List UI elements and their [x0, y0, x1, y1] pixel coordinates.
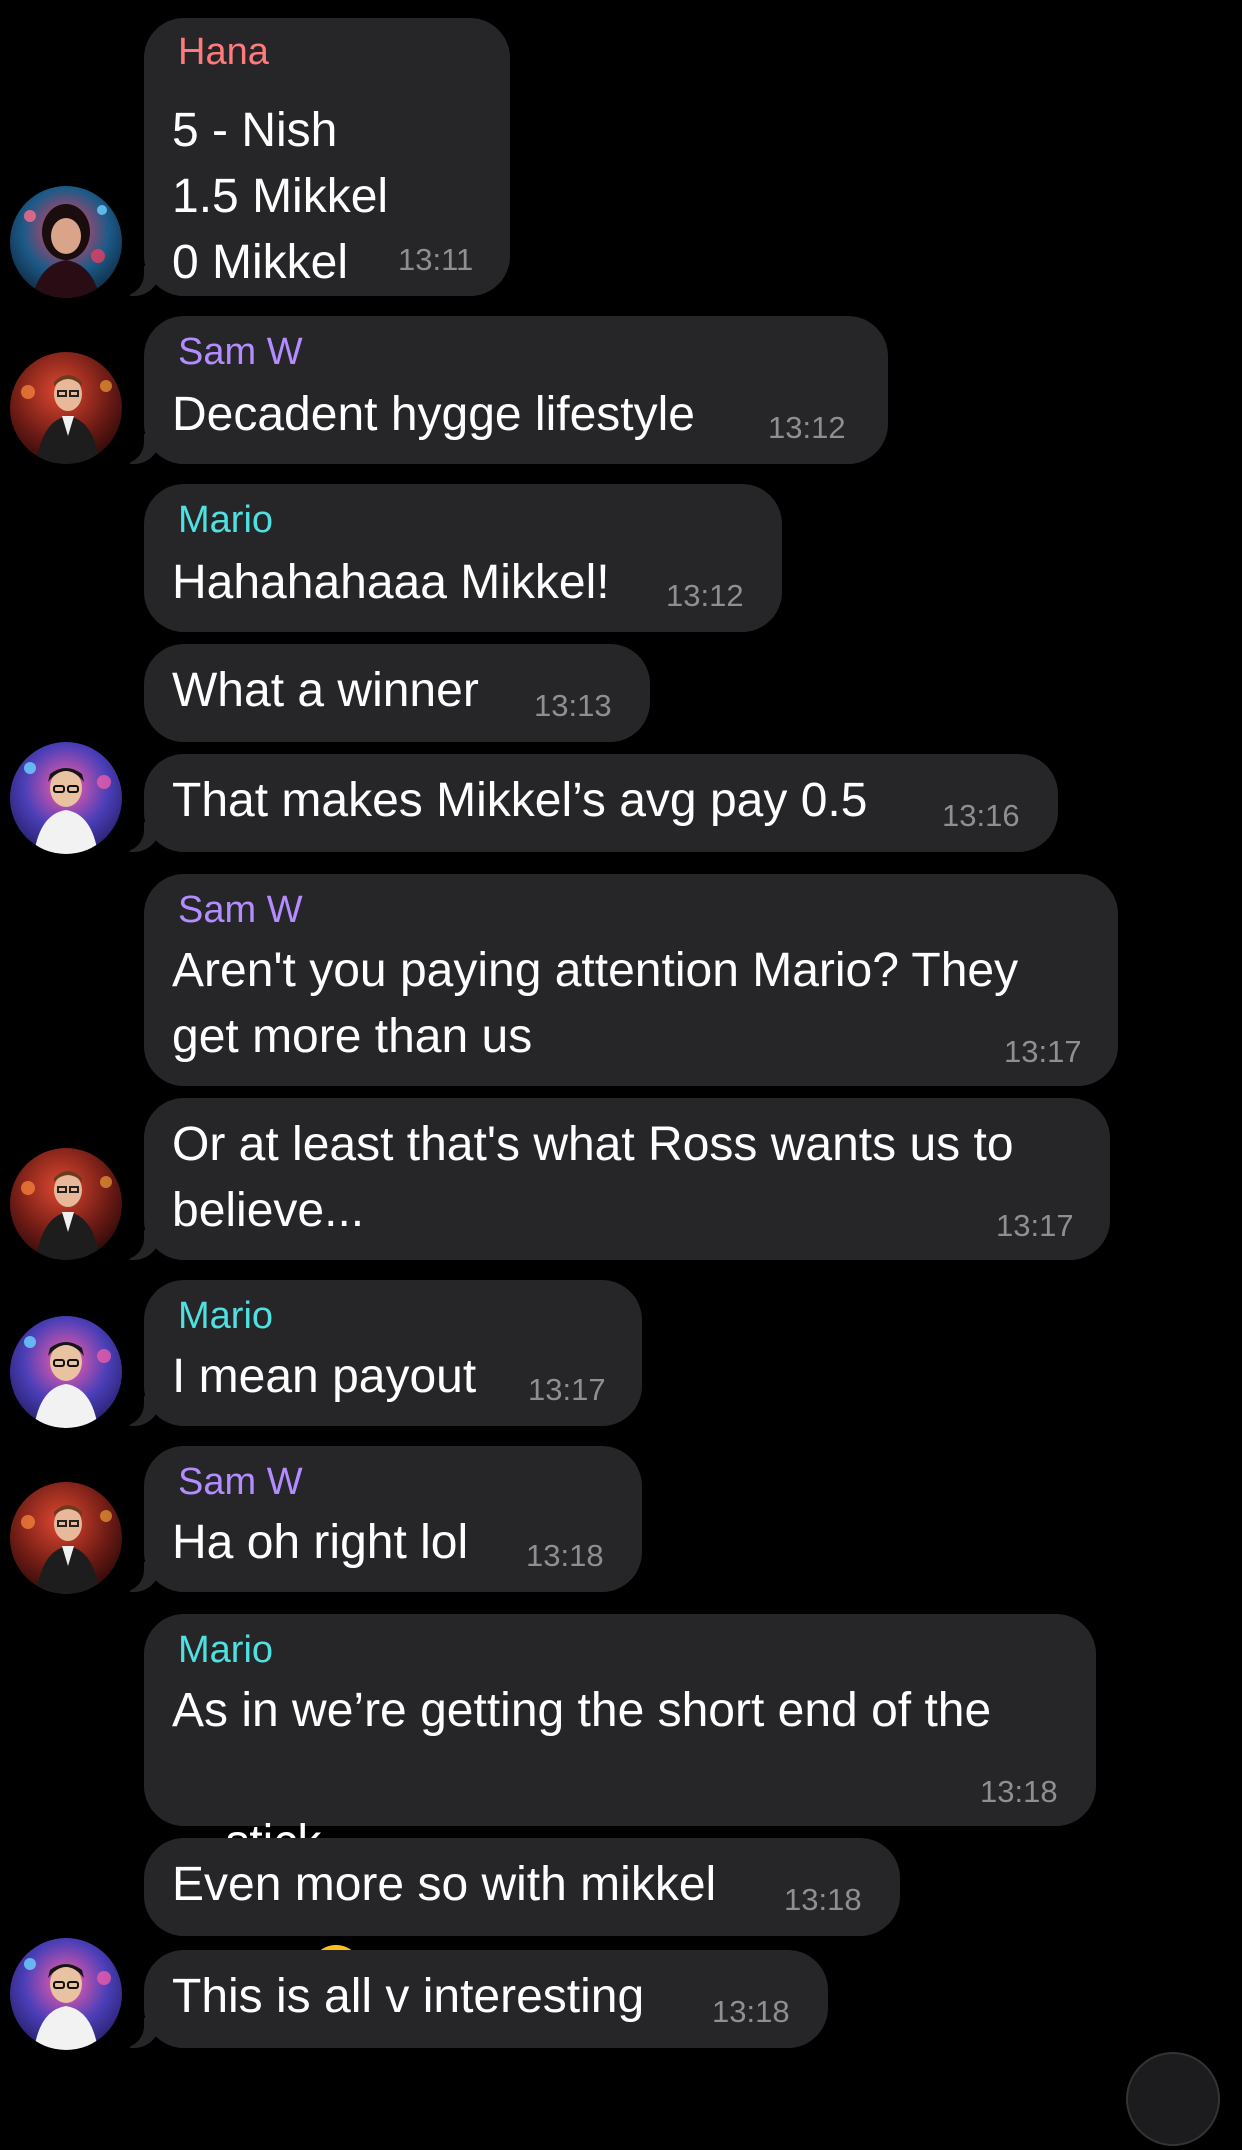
message-bubble[interactable]: Mario Hahahahaaa Mikkel! 13:12 [144, 484, 782, 632]
mario-avatar[interactable] [10, 1316, 122, 1428]
sam-avatar[interactable] [10, 352, 122, 464]
message-timestamp: 13:17 [528, 1372, 606, 1407]
message-bubble[interactable]: Mario As in we’re getting the short end … [144, 1614, 1096, 1997]
message-timestamp: 13:17 [996, 1208, 1074, 1243]
message-timestamp: 13:18 [784, 1882, 862, 1917]
message-text: get more than us [172, 1010, 533, 1063]
message-bubble[interactable]: Or at least that's what Ross wants us to… [110, 1098, 1110, 1260]
message-text: Even more so with mikkel [172, 1858, 717, 1911]
message-text: Ha oh right lol [172, 1516, 469, 1569]
message-text: That makes Mikkel’s avg pay 0.5 [172, 774, 868, 827]
message-text: Decadent hygge lifestyle [172, 388, 695, 441]
mario-avatar[interactable] [10, 1938, 122, 2050]
message-bubble[interactable]: Hana 5 - Nish 1.5 Mikkel 0 Mikkel 13:11 [110, 18, 510, 296]
message-text: This is all v interesting [172, 1970, 645, 2023]
message-bubble[interactable]: This is all v interesting 13:18 [110, 1950, 828, 2048]
message-text: believe... [172, 1184, 365, 1237]
message-timestamp: 13:12 [666, 578, 744, 613]
message-text: I mean payout [172, 1350, 477, 1403]
message-bubble[interactable]: What a winner 13:13 [144, 644, 650, 742]
message-text: 5 - Nish [172, 104, 338, 157]
message-timestamp: 13:16 [942, 798, 1020, 833]
message-timestamp: 13:17 [1004, 1034, 1082, 1069]
message-bubble[interactable]: Sam W Ha oh right lol 13:18 [110, 1446, 642, 1592]
sender-name-hana[interactable]: Hana [178, 30, 269, 74]
sender-name-sam[interactable]: Sam W [178, 1460, 303, 1504]
hana-avatar[interactable] [10, 186, 122, 298]
message-text: Aren't you paying attention Mario? They [172, 944, 1019, 997]
message-bubble[interactable]: Mario I mean payout 13:17 [110, 1280, 642, 1426]
message-bubble[interactable]: Sam W Decadent hygge lifestyle 13:12 [110, 316, 888, 464]
sender-name-mario[interactable]: Mario [178, 498, 273, 542]
mario-avatar[interactable] [10, 742, 122, 854]
message-timestamp: 13:11 [398, 242, 474, 277]
sender-name-mario[interactable]: Mario [178, 1628, 273, 1672]
message-timestamp: 13:13 [534, 688, 612, 723]
message-bubble[interactable]: That makes Mikkel’s avg pay 0.5 13:16 [110, 754, 1058, 852]
sender-name-sam[interactable]: Sam W [178, 888, 303, 932]
message-bubble[interactable]: Even more so with mikkel 13:18 [144, 1838, 900, 1936]
message-timestamp: 13:18 [980, 1774, 1058, 1809]
message-text: 1.5 Mikkel [172, 170, 389, 223]
message-text: What a winner [172, 664, 479, 717]
message-text: Hahahahaaa Mikkel! [172, 556, 610, 609]
message-timestamp: 13:18 [712, 1994, 790, 2029]
message-text: stick [172, 1744, 367, 2150]
message-bubble[interactable]: Sam W Aren't you paying attention Mario?… [144, 874, 1118, 1086]
message-timestamp: 13:12 [768, 410, 846, 445]
message-text: Or at least that's what Ross wants us to [172, 1118, 1014, 1171]
sam-avatar[interactable] [10, 1482, 122, 1594]
message-text: As in we’re getting the short end of the [172, 1684, 992, 1737]
message-text: 0 Mikkel [172, 236, 349, 289]
sender-name-sam[interactable]: Sam W [178, 330, 303, 374]
sam-avatar[interactable] [10, 1148, 122, 1260]
sender-name-mario[interactable]: Mario [178, 1294, 273, 1338]
message-timestamp: 13:18 [526, 1538, 604, 1573]
scroll-down-button[interactable] [1126, 2052, 1220, 2146]
